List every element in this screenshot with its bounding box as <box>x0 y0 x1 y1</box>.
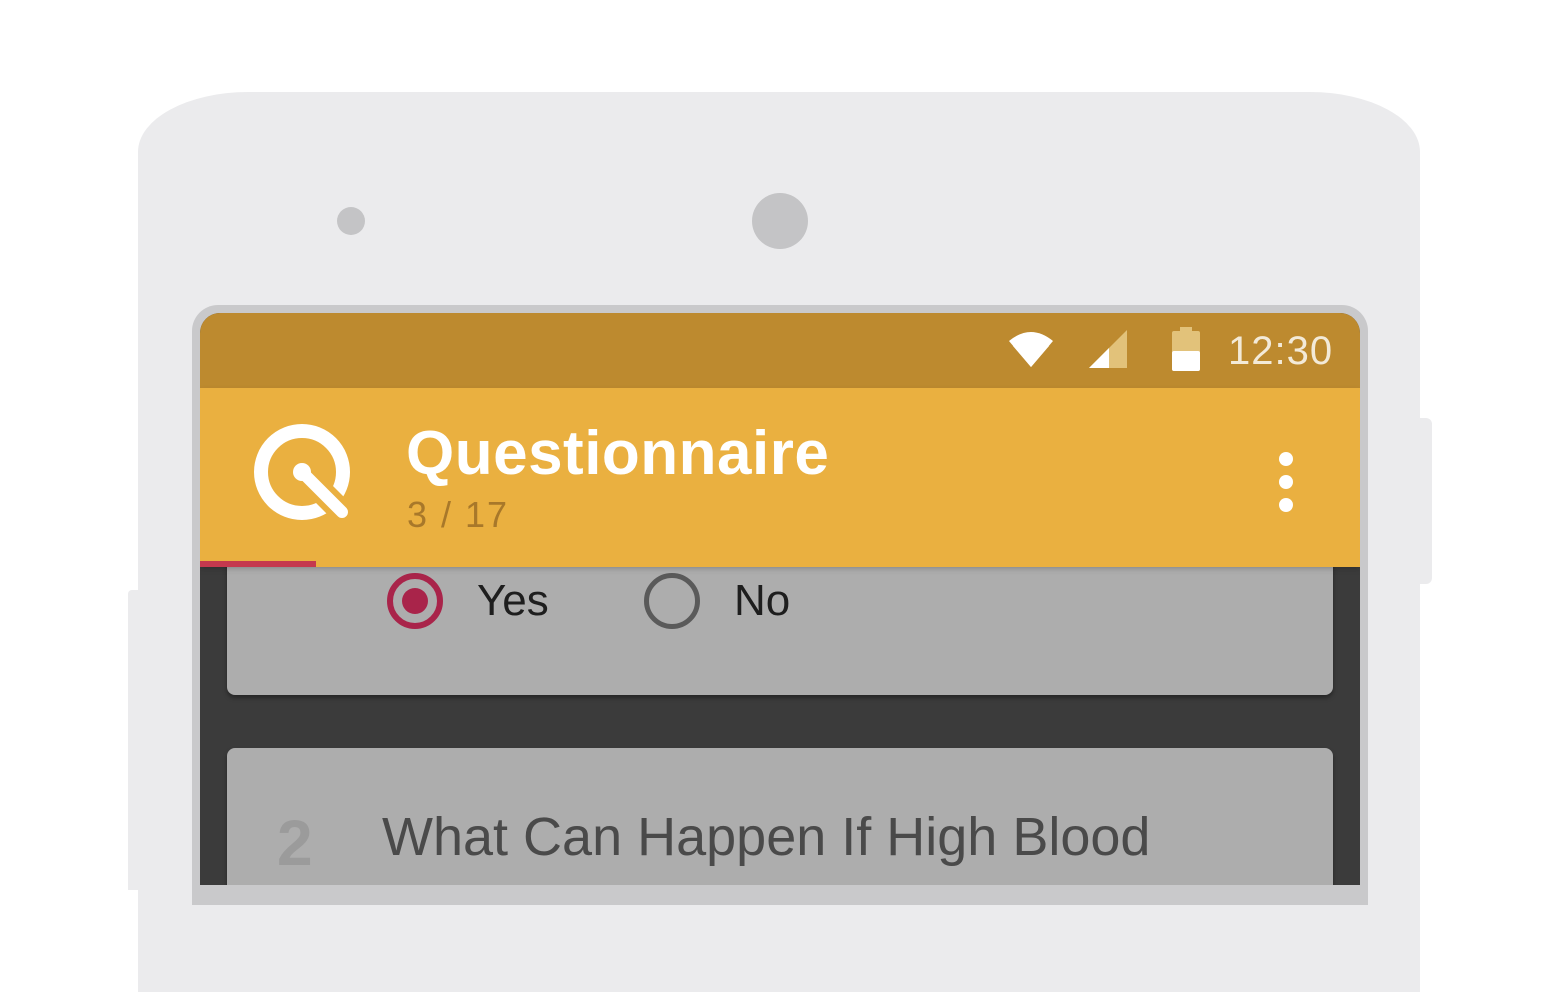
proximity-sensor <box>337 207 365 235</box>
radio-selected-icon <box>387 573 443 629</box>
phone-screen: 12:30 Questionnaire 3 / 17 Yes No 2 What… <box>200 313 1360 885</box>
cell-signal-icon <box>1089 330 1127 368</box>
app-title: Questionnaire <box>406 419 830 488</box>
battery-icon <box>1172 327 1200 371</box>
wifi-icon <box>1009 332 1053 367</box>
radio-label: No <box>734 576 791 625</box>
question-number: 2 <box>277 807 313 879</box>
status-bar: 12:30 <box>200 313 1360 388</box>
status-clock: 12:30 <box>1228 329 1334 373</box>
questionnaire-logo-icon <box>254 424 356 526</box>
question-text: What Can Happen If High Blood <box>382 807 1151 867</box>
progress-fill <box>200 561 316 567</box>
more-vert-icon[interactable] <box>1262 448 1310 518</box>
radio-label: Yes <box>477 576 549 625</box>
radio-option-no[interactable]: No <box>644 573 790 629</box>
question-progress-text: 3 / 17 <box>407 494 510 535</box>
app-bar: Questionnaire 3 / 17 <box>200 388 1360 564</box>
radio-option-yes[interactable]: Yes <box>387 573 549 629</box>
phone-power-button <box>1418 418 1432 584</box>
phone-side-edge <box>128 590 140 890</box>
question-card[interactable]: 2 What Can Happen If High Blood <box>227 748 1333 885</box>
front-camera <box>752 193 808 249</box>
radio-unselected-icon <box>644 573 700 629</box>
progress-bar <box>200 561 1360 567</box>
